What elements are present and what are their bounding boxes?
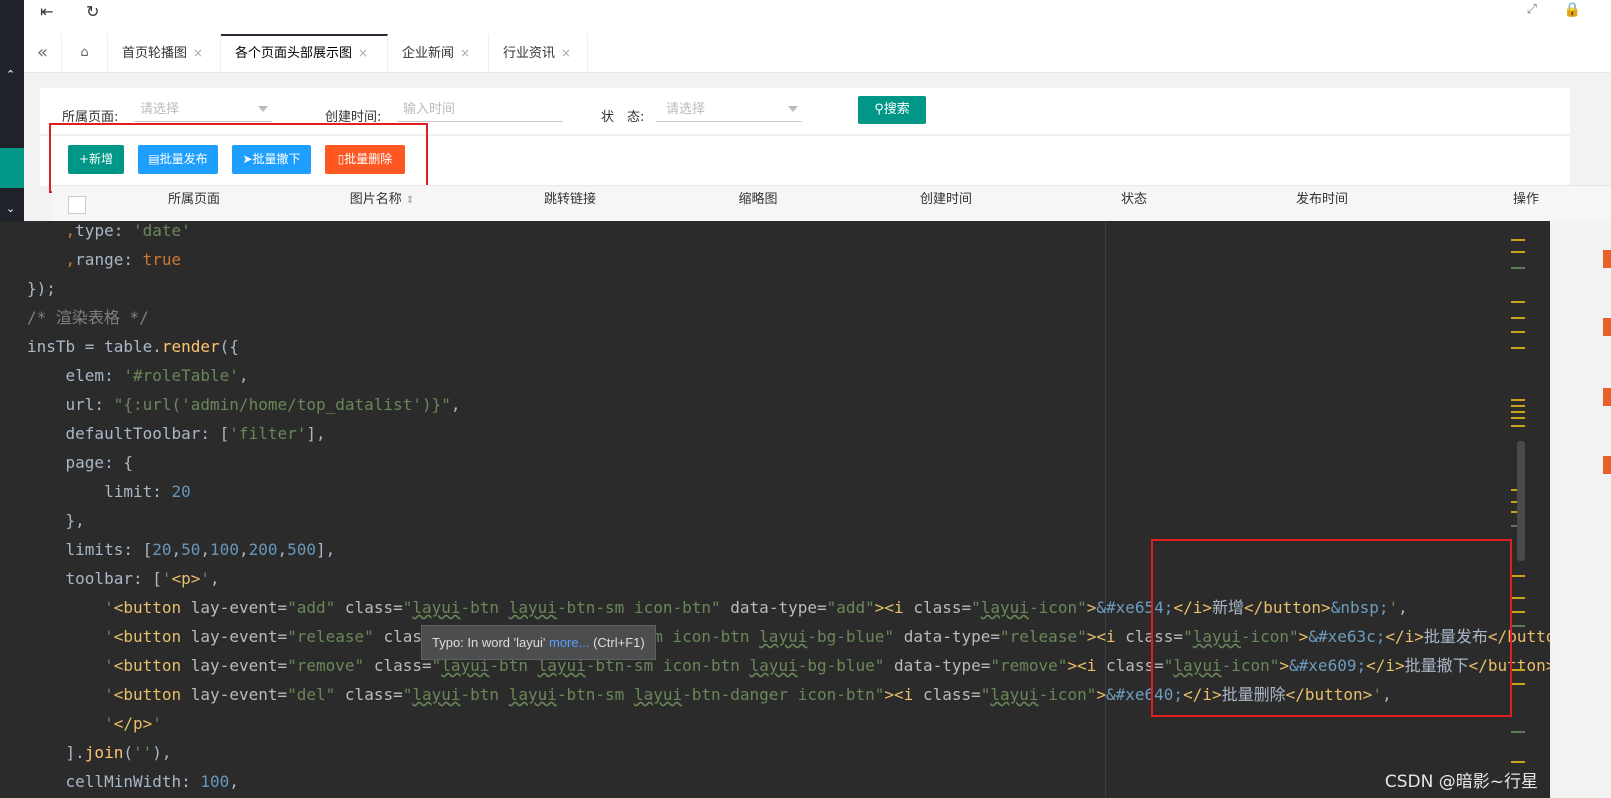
marker <box>1511 301 1525 303</box>
marker <box>1511 239 1525 241</box>
code-editor[interactable]: ,type: 'date' ,range: true }); /* 渲染表格 *… <box>0 221 1550 798</box>
close-icon[interactable]: × <box>358 46 368 60</box>
marker <box>1511 267 1525 269</box>
home-tab-icon[interactable]: ⌂ <box>62 34 108 72</box>
marker <box>1511 417 1525 419</box>
column-header[interactable]: 发布时间 <box>1228 188 1416 207</box>
tabs-prev-icon[interactable]: « <box>24 34 62 72</box>
side-nav-active-item[interactable] <box>0 148 24 188</box>
row-action-button[interactable] <box>1603 250 1611 268</box>
row-action-button[interactable] <box>1603 388 1611 406</box>
column-header[interactable]: 状态 <box>1040 188 1228 207</box>
editor-scrollbar[interactable] <box>1517 441 1525 561</box>
column-header[interactable]: 操作 <box>1496 188 1556 207</box>
column-header[interactable]: 跳转链接 <box>476 188 664 207</box>
tab-page-headers[interactable]: 各个页面头部展示图 × <box>221 34 388 72</box>
marker <box>1511 683 1525 685</box>
tab-industry-news[interactable]: 行业资讯 × <box>489 34 588 72</box>
marker <box>1511 331 1525 333</box>
column-header[interactable]: 图片名称 ⇕ <box>288 188 476 207</box>
marker <box>1511 611 1525 613</box>
typo-tooltip: Typo: In word 'layui' more... (Ctrl+F1) <box>421 625 656 660</box>
dropdown-arrow-icon <box>788 106 798 112</box>
marker <box>1511 625 1525 627</box>
page-select[interactable]: 请选择 <box>134 100 272 122</box>
outdent-icon[interactable]: ⇤ <box>40 2 53 21</box>
watermark: CSDN @暗影~行星 <box>1384 772 1538 792</box>
status-filter-label: 状 态: <box>601 110 645 125</box>
fullscreen-icon[interactable]: ⤢ <box>1527 2 1537 17</box>
chevron-up-icon[interactable]: ⌃ <box>6 68 15 81</box>
marker <box>1511 411 1525 413</box>
marker <box>1511 425 1525 427</box>
marker <box>1511 405 1525 407</box>
marker <box>1511 251 1525 253</box>
marker <box>1511 761 1525 763</box>
close-icon[interactable]: × <box>460 46 470 60</box>
close-icon[interactable]: × <box>561 46 571 60</box>
search-button[interactable]: ⚲搜索 <box>858 96 926 124</box>
row-action-button[interactable] <box>1603 318 1611 336</box>
highlight-box <box>49 123 428 193</box>
tab-home-carousel[interactable]: 首页轮播图 × <box>108 34 221 72</box>
page-tabs: « ⌂ 首页轮播图 × 各个页面头部展示图 × 企业新闻 × 行业资讯 × <box>24 34 1611 73</box>
marker <box>1511 347 1525 349</box>
tab-company-news[interactable]: 企业新闻 × <box>388 34 489 72</box>
marker <box>1511 317 1525 319</box>
select-all-checkbox[interactable] <box>68 196 86 214</box>
row-action-button[interactable] <box>1603 456 1611 474</box>
close-icon[interactable]: × <box>193 46 203 60</box>
refresh-icon[interactable]: ↻ <box>86 2 99 21</box>
marker <box>1511 597 1525 599</box>
tab-label: 行业资讯 <box>503 46 556 61</box>
search-icon: ⚲ <box>874 102 884 117</box>
marker <box>1511 575 1525 577</box>
sort-icon[interactable]: ⇕ <box>406 195 414 206</box>
column-header[interactable]: 创建时间 <box>852 188 1040 207</box>
marker <box>1511 669 1525 671</box>
tab-label: 各个页面头部展示图 <box>235 46 353 61</box>
dropdown-arrow-icon <box>258 106 268 112</box>
marker <box>1511 731 1525 733</box>
marker <box>1511 399 1525 401</box>
column-header[interactable]: 缩略图 <box>664 188 852 207</box>
tab-label: 首页轮播图 <box>122 46 188 61</box>
time-input[interactable]: 输入时间 <box>397 100 563 122</box>
top-header: ⇤ ↻ ⤢ 🔒 <box>24 0 1611 35</box>
more-link[interactable]: more... <box>549 635 589 650</box>
status-select[interactable]: 请选择 <box>656 100 802 122</box>
code-highlight-box <box>1151 539 1512 717</box>
chevron-down-icon[interactable]: ⌄ <box>6 202 15 215</box>
lock-icon[interactable]: 🔒 <box>1564 2 1581 18</box>
tab-label: 企业新闻 <box>402 46 455 61</box>
column-header[interactable]: 所属页面 <box>100 188 288 207</box>
editor-minimap[interactable] <box>1508 221 1550 798</box>
